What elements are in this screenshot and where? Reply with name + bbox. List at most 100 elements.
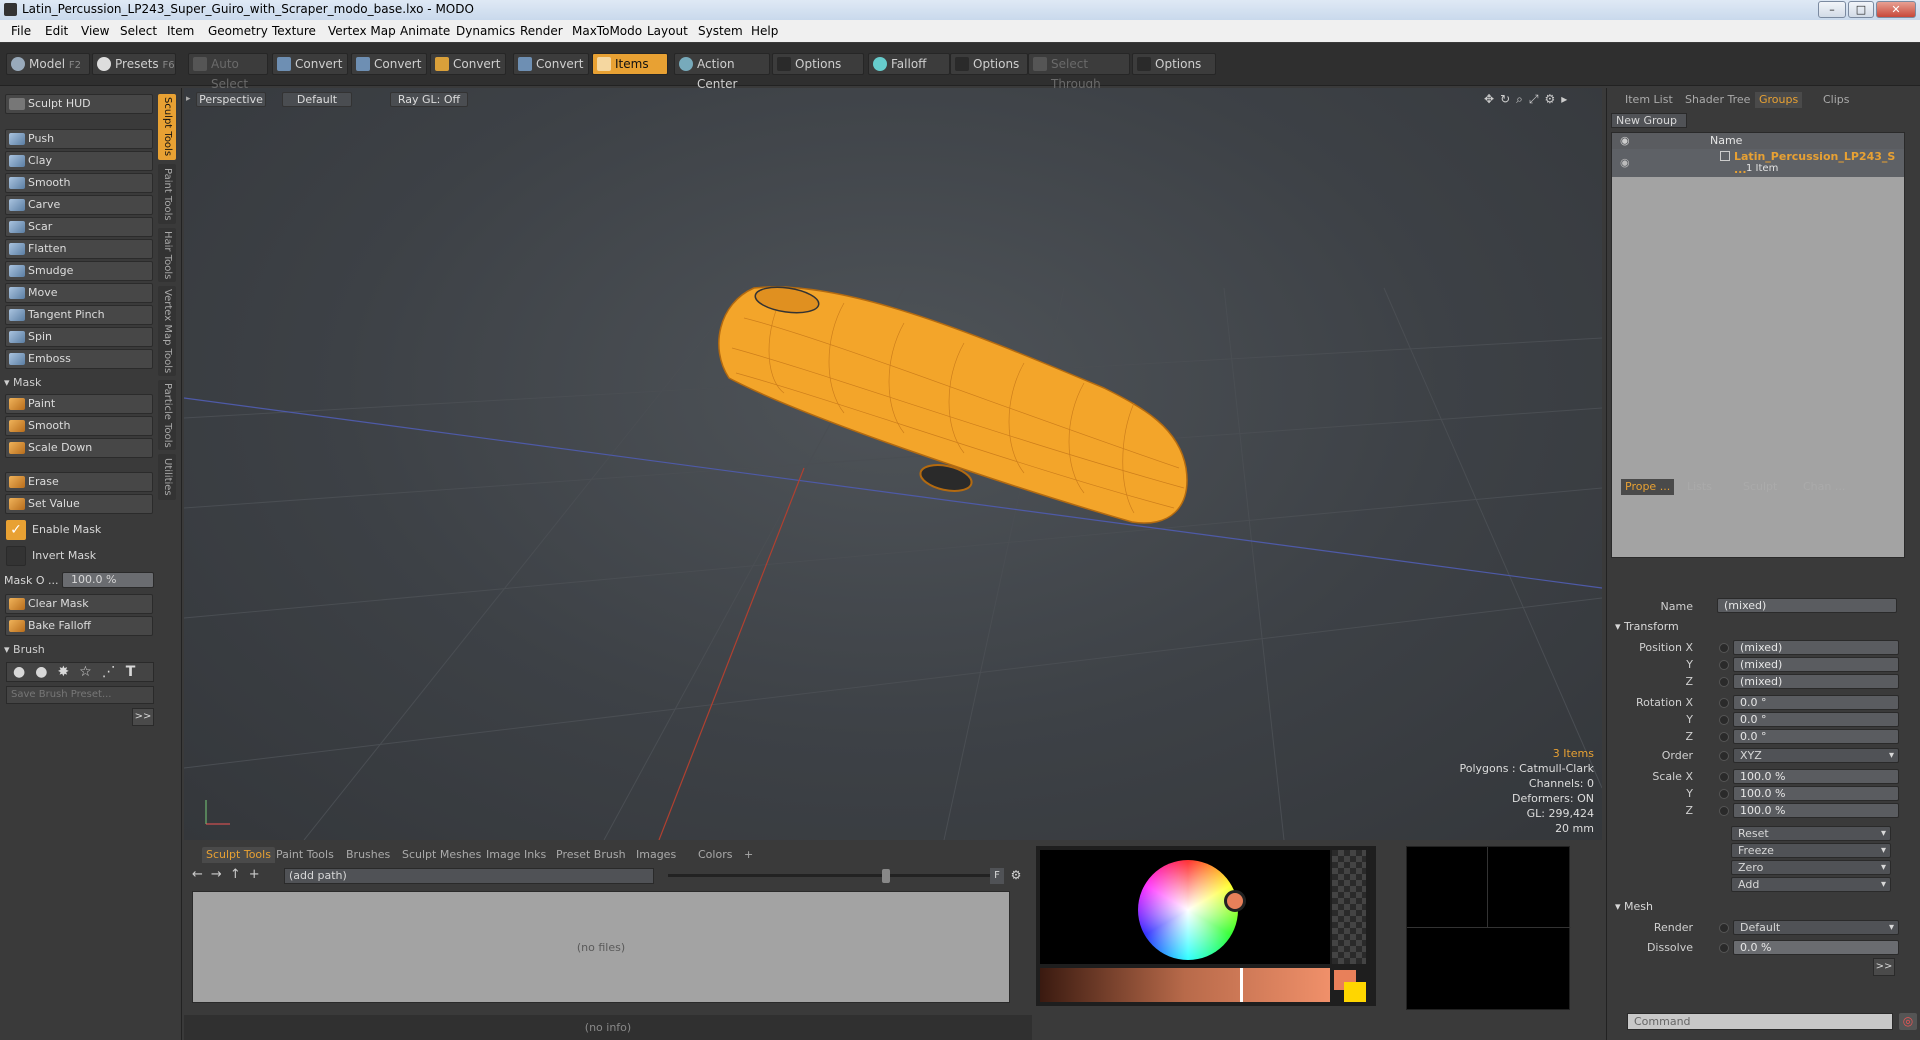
tab-shader-tree[interactable]: Shader Tree — [1685, 92, 1750, 108]
tab-clips[interactable]: Clips — [1823, 92, 1850, 108]
splat-brush-icon[interactable]: ✸ — [57, 664, 79, 680]
add-icon[interactable]: + — [249, 867, 268, 882]
btab-images[interactable]: Images — [636, 847, 676, 863]
btab-preset-brush[interactable]: Preset Brush — [556, 847, 626, 863]
color-wheel-area[interactable] — [1040, 850, 1330, 964]
btab-sculpt-meshes[interactable]: Sculpt Meshes — [402, 847, 481, 863]
menu-help[interactable]: Help — [751, 24, 778, 38]
rotation-y-field[interactable]: 0.0 ° — [1733, 712, 1899, 727]
position-z-key[interactable] — [1719, 677, 1729, 687]
erase-button[interactable]: Erase — [5, 472, 153, 492]
invert-mask-checkbox[interactable] — [6, 546, 26, 566]
menu-maxtomodo[interactable]: MaxToModo — [572, 24, 642, 38]
color-wheel[interactable] — [1138, 860, 1238, 960]
soft-brush-icon[interactable]: ● — [13, 664, 35, 680]
filter-button[interactable]: F — [990, 868, 1004, 884]
mask-smooth-button[interactable]: Smooth — [5, 416, 153, 436]
scale-z-key[interactable] — [1719, 806, 1729, 816]
bake-falloff-button[interactable]: Bake Falloff — [5, 616, 153, 636]
menu-texture[interactable]: Texture — [272, 24, 316, 38]
menu-vertex-map[interactable]: Vertex Map — [328, 24, 396, 38]
position-x-key[interactable] — [1719, 643, 1729, 653]
tool-emboss[interactable]: Emboss — [5, 349, 153, 369]
custom-brush-icon[interactable]: ⋰ — [102, 664, 126, 680]
position-y-field[interactable]: (mixed) — [1733, 657, 1899, 672]
command-input[interactable]: Command — [1627, 1013, 1893, 1030]
tool-smudge[interactable]: Smudge — [5, 261, 153, 281]
menu-animate[interactable]: Animate — [400, 24, 450, 38]
btab-add[interactable]: + — [744, 847, 753, 863]
tab-vertex-map-tools[interactable]: Vertex Map Tools — [158, 286, 176, 376]
position-y-key[interactable] — [1719, 660, 1729, 670]
brush-shape-row[interactable]: ●●✸☆⋰T — [6, 662, 154, 682]
btab-image-inks[interactable]: Image Inks — [486, 847, 546, 863]
color-picker-handle[interactable] — [1224, 890, 1246, 912]
convert-button-3[interactable]: Convert — [430, 53, 506, 75]
visibility-eye-icon[interactable]: ◉ — [1620, 156, 1630, 169]
order-key[interactable] — [1719, 751, 1729, 761]
zero-button[interactable]: Zero — [1731, 860, 1891, 875]
text-brush-icon[interactable]: T — [126, 664, 146, 680]
rotation-z-key[interactable] — [1719, 732, 1729, 742]
hard-brush-icon[interactable]: ● — [35, 664, 57, 680]
model-mode-button[interactable]: Model F2 — [6, 53, 90, 75]
rotation-x-field[interactable]: 0.0 ° — [1733, 695, 1899, 710]
shading-button[interactable]: Default — [282, 92, 352, 107]
clear-mask-button[interactable]: Clear Mask — [5, 594, 153, 614]
left-more-button[interactable]: >> — [132, 708, 154, 726]
tab-item-list[interactable]: Item List — [1625, 92, 1673, 108]
convert-button-4[interactable]: Convert — [513, 53, 589, 75]
menu-system[interactable]: System — [698, 24, 743, 38]
tool-tangent-pinch[interactable]: Tangent Pinch — [5, 305, 153, 325]
maximize-view-icon[interactable]: ⤢ — [1529, 92, 1545, 106]
btab-paint-tools[interactable]: Paint Tools — [276, 847, 334, 863]
render-dropdown[interactable]: Default — [1733, 920, 1899, 935]
rotation-x-key[interactable] — [1719, 698, 1729, 708]
zoom-view-icon[interactable]: ⌕ — [1516, 92, 1529, 106]
mask-paint-button[interactable]: Paint — [5, 394, 153, 414]
menu-dynamics[interactable]: Dynamics — [456, 24, 515, 38]
render-key[interactable] — [1719, 923, 1729, 933]
gear-icon[interactable]: ⚙ — [1008, 868, 1024, 884]
close-button[interactable]: ✕ — [1876, 1, 1916, 18]
scale-x-field[interactable]: 100.0 % — [1733, 769, 1899, 784]
ptab-channels[interactable]: Chan ... — [1803, 479, 1845, 495]
enable-mask-checkbox[interactable]: ✓ — [6, 520, 26, 540]
rotation-y-key[interactable] — [1719, 715, 1729, 725]
back-arrow-icon[interactable]: ← — [192, 867, 211, 882]
dissolve-field[interactable]: 0.0 % — [1733, 940, 1899, 955]
maximize-button[interactable]: □ — [1848, 1, 1874, 18]
tool-clay[interactable]: Clay — [5, 151, 153, 171]
gear-icon[interactable]: ⚙ — [1544, 92, 1561, 106]
tab-paint-tools[interactable]: Paint Tools — [158, 164, 176, 224]
tool-scar[interactable]: Scar — [5, 217, 153, 237]
options-button-3[interactable]: Options — [1132, 53, 1216, 75]
forward-arrow-icon[interactable]: → — [211, 867, 230, 882]
preview-panel[interactable] — [1406, 846, 1571, 1010]
move-view-icon[interactable]: ✥ — [1484, 92, 1500, 106]
menu-render[interactable]: Render — [520, 24, 563, 38]
brush-section-header[interactable]: ▾ Brush — [4, 643, 154, 656]
add-button[interactable]: Add — [1731, 877, 1891, 892]
command-history-icon[interactable]: ◎ — [1899, 1013, 1917, 1030]
minimize-button[interactable]: – — [1818, 1, 1846, 18]
background-color-swatch[interactable] — [1344, 982, 1366, 1002]
action-center-button[interactable]: Action Center — [674, 53, 770, 91]
tool-push[interactable]: Push — [5, 129, 153, 149]
tool-spin[interactable]: Spin — [5, 327, 153, 347]
menu-file[interactable]: File — [11, 24, 31, 38]
slider-handle[interactable] — [882, 869, 890, 883]
mask-opacity-field[interactable]: 100.0 % — [62, 572, 154, 588]
alpha-strip[interactable] — [1332, 850, 1366, 964]
star-brush-icon[interactable]: ☆ — [79, 664, 102, 680]
menu-geometry[interactable]: Geometry — [208, 24, 268, 38]
ptab-lists[interactable]: Lists — [1687, 479, 1712, 495]
menu-edit[interactable]: Edit — [45, 24, 68, 38]
menu-layout[interactable]: Layout — [647, 24, 688, 38]
tab-sculpt-tools[interactable]: Sculpt Tools — [158, 94, 176, 160]
path-dropdown[interactable]: (add path) — [284, 868, 654, 884]
tab-groups[interactable]: Groups — [1755, 92, 1803, 108]
tab-particle-tools[interactable]: Particle Tools — [158, 380, 176, 450]
up-folder-icon[interactable]: ↑ — [230, 867, 249, 882]
position-x-field[interactable]: (mixed) — [1733, 640, 1899, 655]
